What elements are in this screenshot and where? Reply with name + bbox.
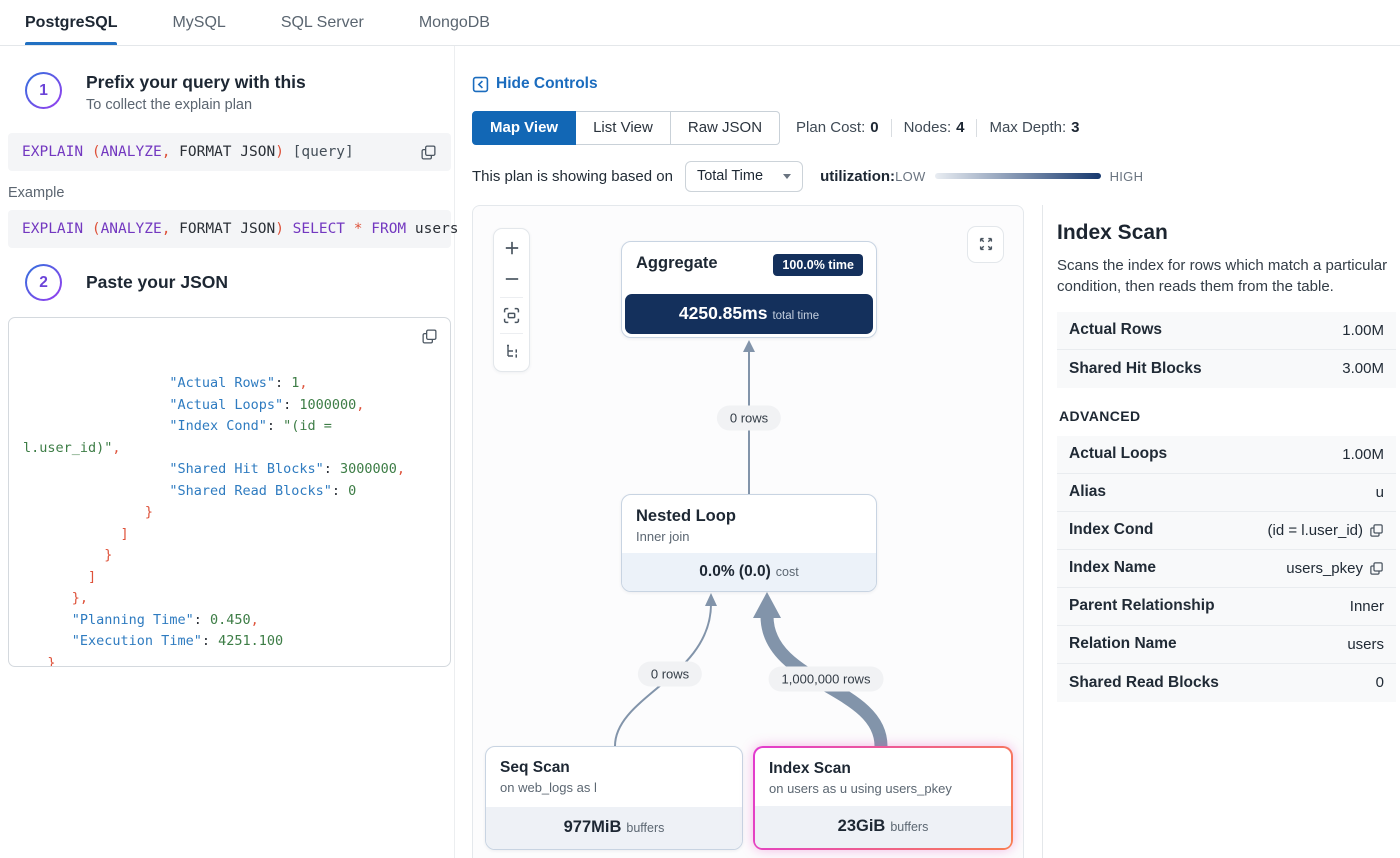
example-code-block: EXPLAIN (ANALYZE, FORMAT JSON) SELECT * … (8, 210, 451, 248)
view-switcher: Map View List View Raw JSON (472, 111, 780, 145)
map-toolbar (493, 228, 530, 372)
node-subtitle: Inner join (636, 529, 876, 544)
example-label: Example (8, 185, 454, 201)
detail-row: Index Name users_pkey (1057, 550, 1396, 588)
node-metric: 23GiB buffers (755, 806, 1011, 848)
tab-mongodb[interactable]: MongoDB (419, 0, 490, 45)
step-1-title: Prefix your query with this (86, 72, 306, 93)
prefix-code: EXPLAIN (ANALYZE, FORMAT JSON) [query] (22, 144, 420, 160)
detail-row: Aliasu (1057, 474, 1396, 512)
plan-view-panel: Hide Controls Map View List View Raw JSO… (455, 46, 1400, 858)
utilization-low-label: LOW (895, 169, 926, 184)
detail-row: Shared Read Blocks0 (1057, 664, 1396, 702)
detail-row: Relation Nameusers (1057, 626, 1396, 664)
node-aggregate[interactable]: Aggregate 100.0% time 4250.85ms total ti… (621, 241, 877, 338)
node-nested-loop[interactable]: Nested Loop Inner join 0.0% (0.0) cost (621, 494, 877, 592)
input-panel: 1 Prefix your query with this To collect… (0, 46, 455, 858)
details-description: Scans the index for rows which match a p… (1057, 255, 1396, 297)
utilization-label: utilization: (820, 168, 895, 185)
fit-view-button[interactable] (497, 300, 526, 331)
fullscreen-button[interactable] (967, 226, 1004, 263)
step-1-subtitle: To collect the explain plan (86, 97, 306, 113)
panel-collapse-left-icon (472, 76, 489, 93)
node-metric: 0.0% (0.0) cost (622, 553, 876, 591)
node-title: Aggregate (636, 254, 718, 273)
copy-icon[interactable] (1369, 523, 1384, 538)
edge-label-rows: 0 rows (638, 661, 702, 686)
copy-icon[interactable] (1369, 561, 1384, 576)
detail-row: Index Cond (id = l.user_id) (1057, 512, 1396, 550)
details-title: Index Scan (1057, 221, 1396, 245)
copy-icon[interactable] (421, 328, 438, 345)
edge-label-rows: 1,000,000 rows (769, 666, 884, 691)
copy-icon[interactable] (420, 144, 437, 161)
example-code: EXPLAIN (ANALYZE, FORMAT JSON) SELECT * … (22, 221, 459, 237)
raw-json-button[interactable]: Raw JSON (671, 111, 780, 145)
utilization-gradient-bar (935, 173, 1101, 179)
node-details-sidebar: Index Scan Scans the index for rows whic… (1042, 205, 1400, 858)
node-metric: 977MiB buffers (486, 807, 742, 849)
node-metric: 4250.85ms total time (625, 294, 873, 334)
edge-label-rows: 0 rows (717, 405, 781, 430)
zoom-in-button[interactable] (497, 233, 526, 264)
step-1-number: 1 (25, 72, 62, 109)
showing-based-on-label: This plan is showing based on (472, 168, 673, 185)
zoom-out-button[interactable] (497, 264, 526, 295)
map-view-button[interactable]: Map View (472, 111, 576, 145)
json-input-content: "Actual Rows": 1, "Actual Loops": 100000… (23, 373, 436, 667)
time-percent-badge: 100.0% time (773, 254, 863, 276)
plan-map-canvas[interactable]: 0 rows 0 rows 1,000,000 rows Aggregate 1… (472, 205, 1024, 858)
metric-dropdown-value: Total Time (697, 168, 763, 184)
advanced-section-label: ADVANCED (1059, 408, 1396, 424)
tab-sql-server[interactable]: SQL Server (281, 0, 364, 45)
metric-dropdown[interactable]: Total Time (685, 161, 803, 192)
node-subtitle: on web_logs as l (500, 780, 742, 795)
node-title: Nested Loop (636, 507, 736, 526)
node-title: Index Scan (769, 760, 851, 778)
plan-cost-stat: Plan Cost:0 (796, 119, 879, 136)
plan-controls: Hide Controls Map View List View Raw JSO… (455, 46, 1400, 192)
details-rows: Actual Rows1.00M Shared Hit Blocks3.00M (1057, 312, 1396, 388)
node-seq-scan[interactable]: Seq Scan on web_logs as l 977MiB buffers (485, 746, 743, 850)
node-title: Seq Scan (500, 759, 570, 777)
list-view-button[interactable]: List View (576, 111, 671, 145)
tree-layout-button[interactable] (497, 336, 526, 367)
step-2-title: Paste your JSON (86, 272, 228, 293)
step-2-number: 2 (25, 264, 62, 301)
node-subtitle: on users as u using users_pkey (769, 781, 1011, 796)
tab-mysql[interactable]: MySQL (172, 0, 225, 45)
json-input[interactable]: "Actual Rows": 1, "Actual Loops": 100000… (8, 317, 451, 667)
nodes-stat: Nodes:4 (904, 119, 965, 136)
max-depth-stat: Max Depth:3 (989, 119, 1079, 136)
prefix-code-block: EXPLAIN (ANALYZE, FORMAT JSON) [query] (8, 133, 451, 171)
utilization-high-label: HIGH (1110, 169, 1144, 184)
step-1: 1 Prefix your query with this To collect… (25, 72, 454, 113)
detail-row: Actual Rows1.00M (1057, 312, 1396, 350)
node-index-scan[interactable]: Index Scan on users as u using users_pke… (753, 746, 1013, 850)
step-2: 2 Paste your JSON (25, 264, 454, 301)
detail-row: Parent RelationshipInner (1057, 588, 1396, 626)
detail-row: Actual Loops1.00M (1057, 436, 1396, 474)
tab-postgresql[interactable]: PostgreSQL (25, 0, 117, 45)
hide-controls-label: Hide Controls (496, 75, 598, 93)
chevron-down-icon (783, 174, 791, 179)
plan-stats: Plan Cost:0 Nodes:4 Max Depth:3 (796, 119, 1079, 137)
hide-controls-button[interactable]: Hide Controls (472, 75, 598, 93)
database-tabbar: PostgreSQL MySQL SQL Server MongoDB (0, 0, 1400, 46)
detail-row: Shared Hit Blocks3.00M (1057, 350, 1396, 388)
advanced-rows: Actual Loops1.00M Aliasu Index Cond (id … (1057, 436, 1396, 702)
